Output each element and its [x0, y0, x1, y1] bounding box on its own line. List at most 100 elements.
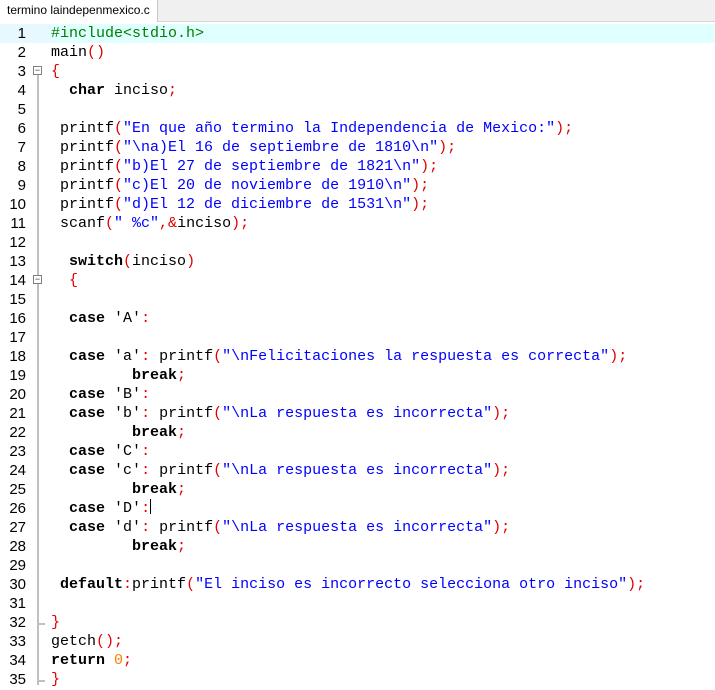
code-token: printf	[150, 462, 214, 479]
code-token: printf	[51, 196, 115, 213]
code-line[interactable]: 17	[0, 328, 715, 347]
code-text: case 'd': printf("\nLa respuesta es inco…	[51, 518, 510, 537]
code-token: 'c'	[114, 462, 142, 479]
code-line[interactable]: 35}	[0, 670, 715, 689]
code-line[interactable]: 25 break;	[0, 480, 715, 499]
code-token: 'b'	[114, 405, 142, 422]
fold-collapse-icon[interactable]: −	[33, 275, 42, 284]
code-token: case	[69, 310, 106, 327]
fold-collapse-icon[interactable]: −	[33, 66, 42, 75]
code-line[interactable]: 9 printf("c)El 20 de noviembre de 1910\n…	[0, 176, 715, 195]
code-line[interactable]: 8 printf("b)El 27 de septiembre de 1821\…	[0, 157, 715, 176]
code-token: );	[492, 405, 511, 422]
line-number: 35	[9, 671, 26, 688]
code-line[interactable]: 11 scanf(" %c",&inciso);	[0, 214, 715, 233]
code-token: );	[492, 462, 511, 479]
code-line[interactable]: 13 switch(inciso)	[0, 252, 715, 271]
line-number: 9	[17, 177, 26, 194]
line-number: 10	[9, 196, 26, 213]
code-token: break	[132, 481, 178, 498]
code-token: :	[123, 576, 133, 593]
code-token: char	[69, 82, 106, 99]
code-text: case 'A':	[51, 309, 150, 328]
code-text: printf("\na)El 16 de septiembre de 1810\…	[51, 138, 456, 157]
line-number: 13	[9, 253, 26, 270]
code-token: #include<stdio.h>	[51, 25, 205, 42]
code-line[interactable]: 10 printf("d)El 12 de diciembre de 1531\…	[0, 195, 715, 214]
line-number: 20	[9, 386, 26, 403]
code-line[interactable]: 22 break;	[0, 423, 715, 442]
code-line[interactable]: 21 case 'b': printf("\nLa respuesta es i…	[0, 404, 715, 423]
code-text: break;	[51, 537, 186, 556]
code-line[interactable]: 19 break;	[0, 366, 715, 385]
code-line[interactable]: 7 printf("\na)El 16 de septiembre de 181…	[0, 138, 715, 157]
code-token: case	[69, 500, 106, 517]
line-number: 14	[9, 272, 26, 289]
code-token: case	[69, 386, 106, 403]
code-token: ,&	[159, 215, 178, 232]
line-number: 15	[9, 291, 26, 308]
code-line[interactable]: 12	[0, 233, 715, 252]
line-number: 4	[17, 82, 26, 99]
code-line[interactable]: 20 case 'B':	[0, 385, 715, 404]
tab-bar: termino laindepenmexico.c	[0, 0, 715, 22]
code-line[interactable]: 24 case 'c': printf("\nLa respuesta es i…	[0, 461, 715, 480]
code-token: }	[51, 671, 61, 688]
code-line[interactable]: 3−{	[0, 62, 715, 81]
line-number: 22	[9, 424, 26, 441]
code-line[interactable]: 26 case 'D':	[0, 499, 715, 518]
line-number: 28	[9, 538, 26, 555]
code-line[interactable]: 30 default:printf("El inciso es incorrec…	[0, 575, 715, 594]
code-line[interactable]: 34 return 0;	[0, 651, 715, 670]
code-line[interactable]: 28 break;	[0, 537, 715, 556]
code-line[interactable]: 15	[0, 290, 715, 309]
code-line[interactable]: 27 case 'd': printf("\nLa respuesta es i…	[0, 518, 715, 537]
code-line[interactable]: 29	[0, 556, 715, 575]
code-token: (	[114, 120, 124, 137]
code-token: inciso	[132, 253, 187, 270]
code-token: :	[141, 405, 151, 422]
code-token: printf	[51, 158, 115, 175]
code-line[interactable]: 32}	[0, 613, 715, 632]
code-text: #include<stdio.h>	[51, 24, 715, 43]
code-line[interactable]: 18 case 'a': printf("\nFelicitaciones la…	[0, 347, 715, 366]
code-token: case	[69, 519, 106, 536]
line-number: 3	[17, 63, 26, 80]
code-line[interactable]: 1 #include<stdio.h>	[0, 24, 715, 43]
code-token: 'B'	[114, 386, 142, 403]
tab-file[interactable]: termino laindepenmexico.c	[0, 0, 158, 22]
code-token: (	[186, 576, 196, 593]
code-text: {	[51, 271, 78, 290]
code-token: );	[438, 139, 457, 156]
code-text: break;	[51, 480, 186, 499]
code-token: );	[627, 576, 646, 593]
code-line[interactable]: 23 case 'C':	[0, 442, 715, 461]
code-line[interactable]: 6 printf("En que año termino la Independ…	[0, 119, 715, 138]
code-line[interactable]: 2 main()	[0, 43, 715, 62]
code-token: switch	[69, 253, 124, 270]
code-line[interactable]: 4 char inciso;	[0, 81, 715, 100]
line-number: 29	[9, 557, 26, 574]
code-token: :	[141, 386, 151, 403]
code-line[interactable]: 14− {	[0, 271, 715, 290]
code-token: ()	[87, 44, 106, 61]
code-editor[interactable]: 1 #include<stdio.h> 2 main() 3−{4 char incis…	[0, 24, 715, 690]
code-line[interactable]: 33 getch();	[0, 632, 715, 651]
code-line[interactable]: 31	[0, 594, 715, 613]
text-cursor	[150, 499, 152, 514]
code-token: (	[213, 348, 223, 365]
code-line[interactable]: 16 case 'A':	[0, 309, 715, 328]
code-line[interactable]: 5	[0, 100, 715, 119]
